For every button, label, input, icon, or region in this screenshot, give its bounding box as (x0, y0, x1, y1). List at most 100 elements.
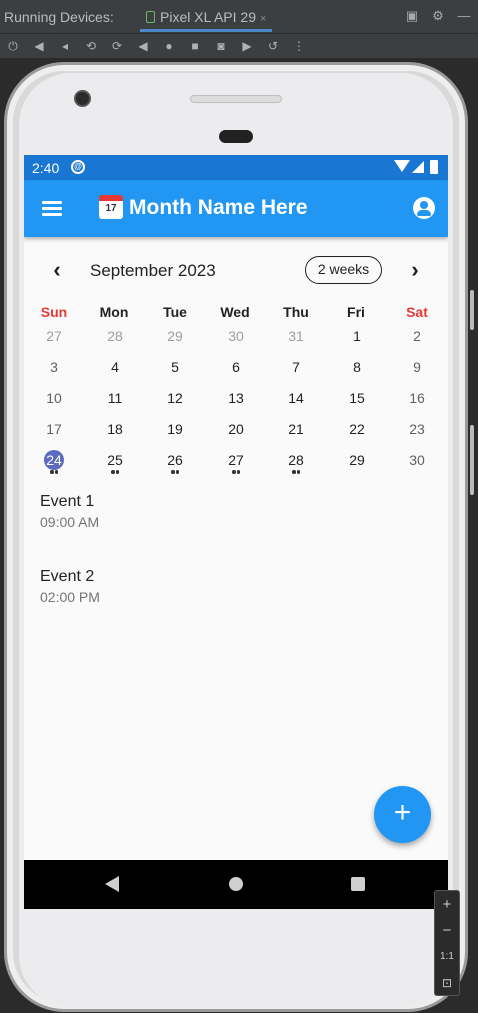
calendar-day[interactable]: 22 (337, 421, 377, 437)
calendar-day[interactable]: 28 (276, 452, 316, 468)
ide-tab-strip: Running Devices: Pixel XL API 29 × ▣ ⚙ — (0, 0, 478, 34)
phone-screen: 2:40 @ 17 Month Name Here ‹ September 20… (24, 155, 448, 909)
event-markers (111, 470, 119, 474)
event-markers (50, 470, 58, 474)
side-button (470, 290, 474, 330)
close-icon[interactable]: × (260, 13, 266, 25)
calendar-day[interactable]: 15 (337, 390, 377, 406)
nav-home-icon[interactable] (229, 877, 243, 891)
calendar-day[interactable]: 1 (337, 328, 377, 344)
dow-label: Sat (406, 304, 428, 320)
zoom-in-button[interactable]: + (435, 893, 459, 917)
rotate-right-icon[interactable]: ⟳ (109, 38, 125, 54)
minimize-icon[interactable]: — (456, 8, 472, 24)
volume-up-icon[interactable]: ◀ (31, 38, 47, 54)
proximity-sensor (219, 130, 253, 143)
calendar-day[interactable]: 6 (216, 359, 256, 375)
dow-label: Sun (40, 304, 68, 320)
calendar-icon: 17 (99, 195, 123, 219)
month-label: September 2023 (90, 261, 216, 280)
zoom-out-button[interactable]: − (435, 919, 459, 943)
calendar-day[interactable]: 27 (216, 452, 256, 468)
calendar-day[interactable]: 16 (397, 390, 437, 406)
calendar-day[interactable]: 12 (155, 390, 195, 406)
dow-label: Mon (99, 304, 129, 320)
event-markers (171, 470, 179, 474)
event-item[interactable]: Event 1 09:00 AM (40, 493, 99, 530)
device-tab[interactable]: Pixel XL API 29 × (140, 5, 273, 32)
calendar-day[interactable]: 29 (337, 452, 377, 468)
chevron-left-icon[interactable]: ‹ (46, 259, 68, 282)
wifi-icon (394, 160, 410, 172)
earpiece-speaker (190, 95, 282, 103)
calendar-day[interactable]: 30 (216, 328, 256, 344)
running-devices-title: Running Devices: (4, 9, 114, 25)
calendar-day[interactable]: 17 (34, 421, 74, 437)
overview-icon[interactable]: ■ (187, 38, 203, 54)
calendar-day[interactable]: 8 (337, 359, 377, 375)
calendar-day[interactable]: 5 (155, 359, 195, 375)
nav-back-icon[interactable] (105, 876, 119, 892)
calendar-day[interactable]: 20 (216, 421, 256, 437)
more-icon[interactable]: ⋮ (291, 38, 307, 54)
calendar-day[interactable]: 9 (397, 359, 437, 375)
event-time: 09:00 AM (40, 514, 100, 530)
event-markers (292, 470, 300, 474)
zoom-fit-button[interactable]: ⊡ (435, 971, 459, 995)
zoom-actual-size-button[interactable]: 1:1 (435, 945, 459, 969)
screenshot-icon[interactable]: ◙ (213, 38, 229, 54)
calendar-day[interactable]: 19 (155, 421, 195, 437)
volume-down-icon[interactable]: ◂ (57, 38, 73, 54)
calendar-day[interactable]: 26 (155, 452, 195, 468)
status-time: 2:40 (32, 160, 60, 176)
reset-icon[interactable]: ↺ (265, 38, 281, 54)
calendar-day[interactable]: 3 (34, 359, 74, 375)
dow-label: Wed (220, 304, 250, 320)
system-nav-bar (24, 860, 448, 909)
back-icon[interactable]: ◀ (135, 38, 151, 54)
dow-label: Thu (283, 304, 309, 320)
menu-icon[interactable] (42, 201, 62, 217)
nav-recents-icon[interactable] (351, 877, 365, 891)
power-icon[interactable]: ⏻ (5, 38, 21, 54)
format-toggle-button[interactable]: 2 weeks (305, 256, 382, 284)
event-markers (232, 470, 240, 474)
restore-icon[interactable]: ▣ (404, 8, 420, 24)
calendar-day[interactable]: 21 (276, 421, 316, 437)
calendar-day[interactable]: 30 (397, 452, 437, 468)
calendar-day[interactable]: 24 (34, 452, 74, 468)
home-icon[interactable]: ● (161, 38, 177, 54)
calendar-day[interactable]: 2 (397, 328, 437, 344)
battery-icon (430, 160, 438, 174)
calendar-day[interactable]: 13 (216, 390, 256, 406)
calendar-day[interactable]: 11 (95, 390, 135, 406)
calendar-day[interactable]: 29 (155, 328, 195, 344)
calendar-day[interactable]: 23 (397, 421, 437, 437)
account-icon[interactable] (413, 197, 435, 219)
event-title: Event 2 (40, 568, 95, 585)
zoom-controls: + − 1:1 ⊡ (434, 890, 460, 996)
dow-label: Tue (163, 304, 187, 320)
calendar-day[interactable]: 28 (95, 328, 135, 344)
record-icon[interactable]: ▶ (239, 38, 255, 54)
calendar-day[interactable]: 31 (276, 328, 316, 344)
calendar-header: ‹ September 2023 2 weeks › (24, 255, 448, 287)
emulator-toolbar: ⏻ ◀ ◂ ⟲ ⟳ ◀ ● ■ ◙ ▶ ↺ ⋮ (0, 34, 478, 58)
event-time: 02:00 PM (40, 589, 100, 605)
calendar-day[interactable]: 25 (95, 452, 135, 468)
device-tab-label: Pixel XL API 29 (160, 9, 256, 25)
calendar-day[interactable]: 27 (34, 328, 74, 344)
volume-button (470, 425, 474, 495)
add-event-button[interactable]: + (374, 786, 431, 843)
phone-icon (146, 11, 155, 23)
event-title: Event 1 (40, 493, 95, 510)
rotate-left-icon[interactable]: ⟲ (83, 38, 99, 54)
calendar-day[interactable]: 7 (276, 359, 316, 375)
gear-icon[interactable]: ⚙ (430, 8, 446, 24)
calendar-day[interactable]: 10 (34, 390, 74, 406)
event-item[interactable]: Event 2 02:00 PM (40, 568, 100, 605)
calendar-day[interactable]: 14 (276, 390, 316, 406)
calendar-day[interactable]: 18 (95, 421, 135, 437)
calendar-day[interactable]: 4 (95, 359, 135, 375)
chevron-right-icon[interactable]: › (404, 259, 426, 282)
